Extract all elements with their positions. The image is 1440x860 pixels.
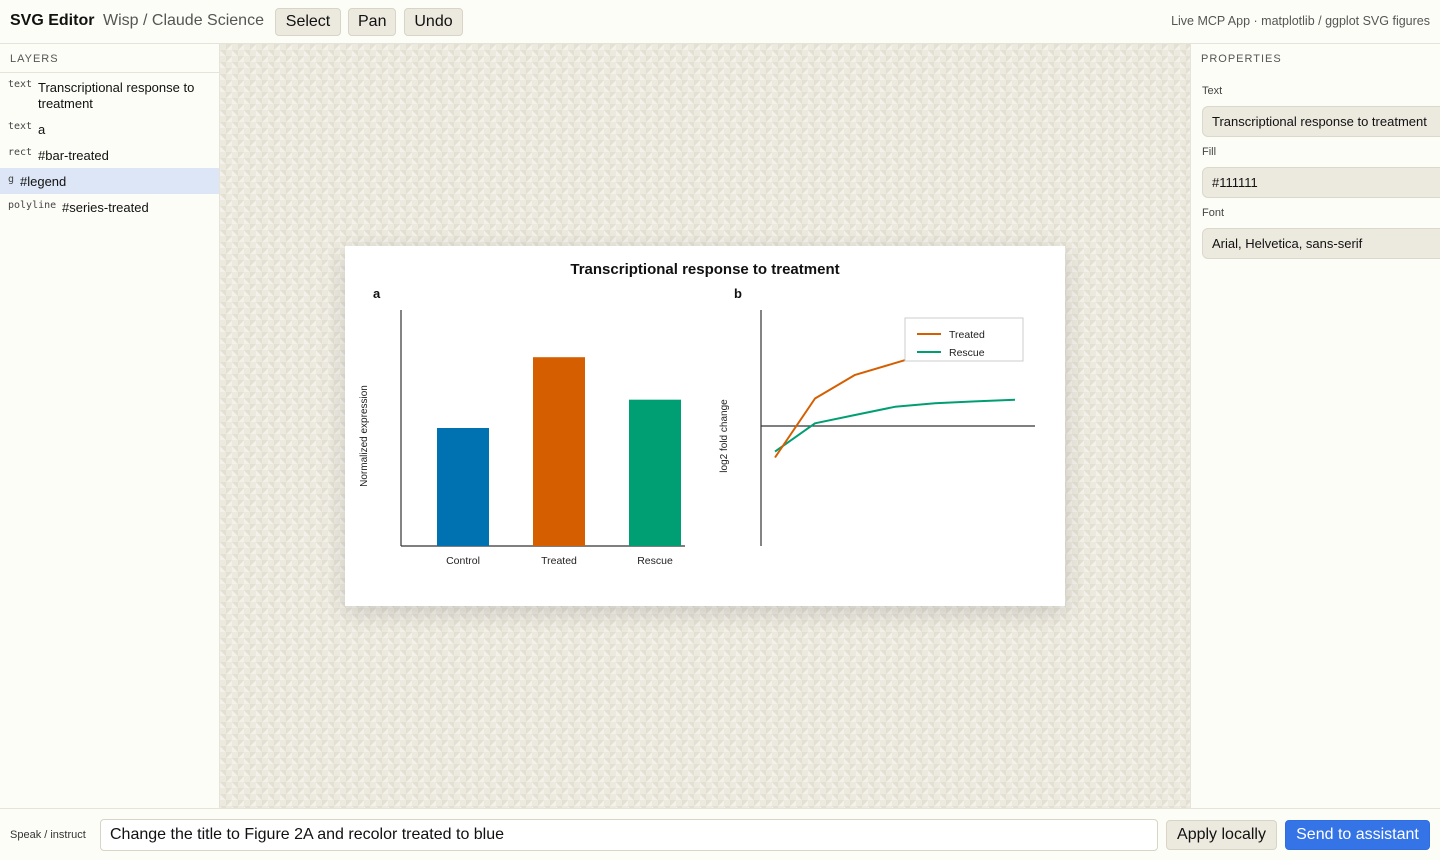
fill-property-input[interactable] [1202,167,1440,198]
layer-name: #series-treated [62,200,149,215]
instruction-bar: Speak / instruct Apply locally Send to a… [0,808,1440,860]
app-title: SVG Editor [10,12,95,29]
layer-type: text [8,121,33,132]
layer-item-bar-treated[interactable]: rect #bar-treated [0,142,219,166]
bar-labels-group: Control Treated Rescue [446,555,673,567]
layer-item-series-treated[interactable]: polyline #series-treated [0,194,219,220]
layers-heading: LAYERS [10,53,59,65]
top-toolbar: SVG Editor Wisp / Claude Science Select … [0,0,1440,44]
layer-type: text [8,79,33,90]
layers-divider [0,72,219,73]
bar-rescue[interactable] [629,399,681,546]
panel-b-label[interactable]: b [734,286,742,301]
legend-label-rescue: Rescue [949,347,985,359]
figure-card[interactable]: Transcriptional response to treatment a … [345,246,1065,606]
layer-type: g [8,174,15,185]
layer-type: rect [8,147,33,158]
properties-heading: PROPERTIES [1201,53,1282,65]
layer-name: #bar-treated [38,148,109,163]
panel-a-y-axis-label[interactable]: Normalized expression [359,385,370,487]
x-tick-label-control: Control [446,555,480,567]
fill-property-label: Fill [1202,146,1217,158]
text-property-label: Text [1202,85,1223,97]
layer-name: #legend [20,174,67,189]
font-property-label: Font [1202,207,1225,219]
bar-treated[interactable] [533,357,585,546]
layer-item-panel-label[interactable]: text a [0,116,219,140]
bars-group[interactable] [437,357,681,546]
layer-item-legend[interactable]: g #legend [0,168,219,194]
x-tick-label-rescue: Rescue [637,555,673,567]
layers-panel: LAYERS text Transcriptional response to … [0,44,220,808]
x-tick-label-treated: Treated [541,555,577,567]
font-property-input[interactable] [1202,228,1440,259]
bar-control[interactable] [437,428,489,546]
pan-tool-button[interactable]: Pan [348,8,396,36]
text-property-input[interactable] [1202,106,1440,137]
figure-title[interactable]: Transcriptional response to treatment [570,261,839,278]
layer-name: Transcriptional response to treatment [38,80,195,111]
select-tool-button[interactable]: Select [275,8,341,36]
undo-button[interactable]: Undo [404,8,463,36]
properties-panel: PROPERTIES Text Fill Font [1190,44,1440,808]
editor-canvas[interactable]: Transcriptional response to treatment a … [220,44,1190,808]
speak-instruct-label: Speak / instruct [10,829,86,841]
layer-type: polyline [8,200,57,211]
layer-item-title[interactable]: text Transcriptional response to treatme… [0,74,219,114]
legend[interactable]: Treated Rescue [904,317,1024,362]
apply-locally-button[interactable]: Apply locally [1166,820,1277,850]
panel-b-y-axis-label[interactable]: log2 fold change [719,399,730,473]
legend-label-treated: Treated [949,329,985,341]
figure-svg[interactable]: Transcriptional response to treatment a … [345,246,1065,606]
layer-name: a [38,122,46,137]
instruction-input[interactable] [100,819,1158,851]
breadcrumb: Wisp / Claude Science [103,12,264,29]
panel-a-label[interactable]: a [373,286,381,301]
send-to-assistant-button[interactable]: Send to assistant [1285,820,1430,850]
app-info-text: Live MCP App · matplotlib / ggplot SVG f… [1171,14,1430,28]
